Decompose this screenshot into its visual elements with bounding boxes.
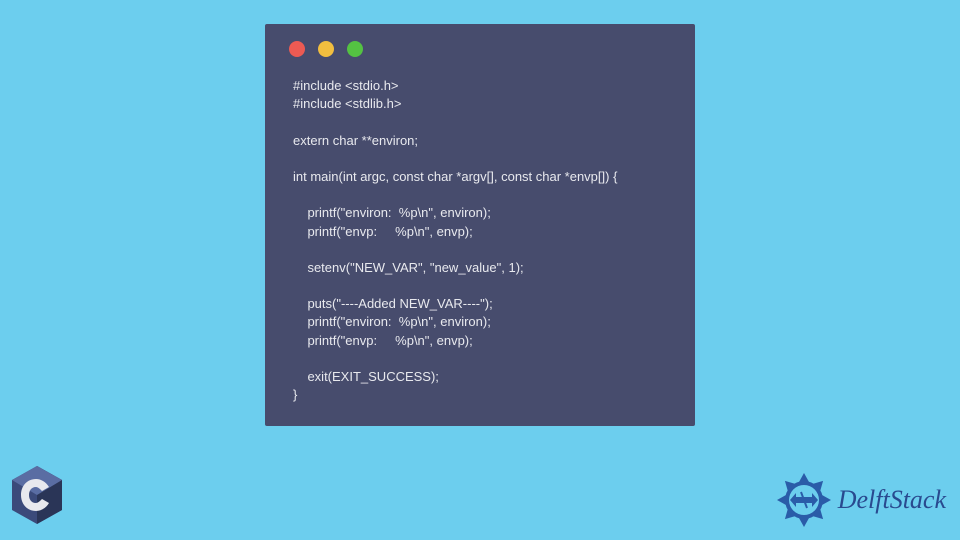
c-language-logo-icon [8, 463, 66, 532]
delftstack-logo: DelftStack [774, 470, 946, 530]
window-controls [265, 24, 695, 57]
delftstack-badge-icon [774, 470, 834, 530]
code-window: #include <stdio.h> #include <stdlib.h> e… [265, 24, 695, 426]
brand-name: DelftStack [838, 485, 946, 515]
minimize-icon [318, 41, 334, 57]
close-icon [289, 41, 305, 57]
maximize-icon [347, 41, 363, 57]
code-content: #include <stdio.h> #include <stdlib.h> e… [265, 57, 695, 404]
